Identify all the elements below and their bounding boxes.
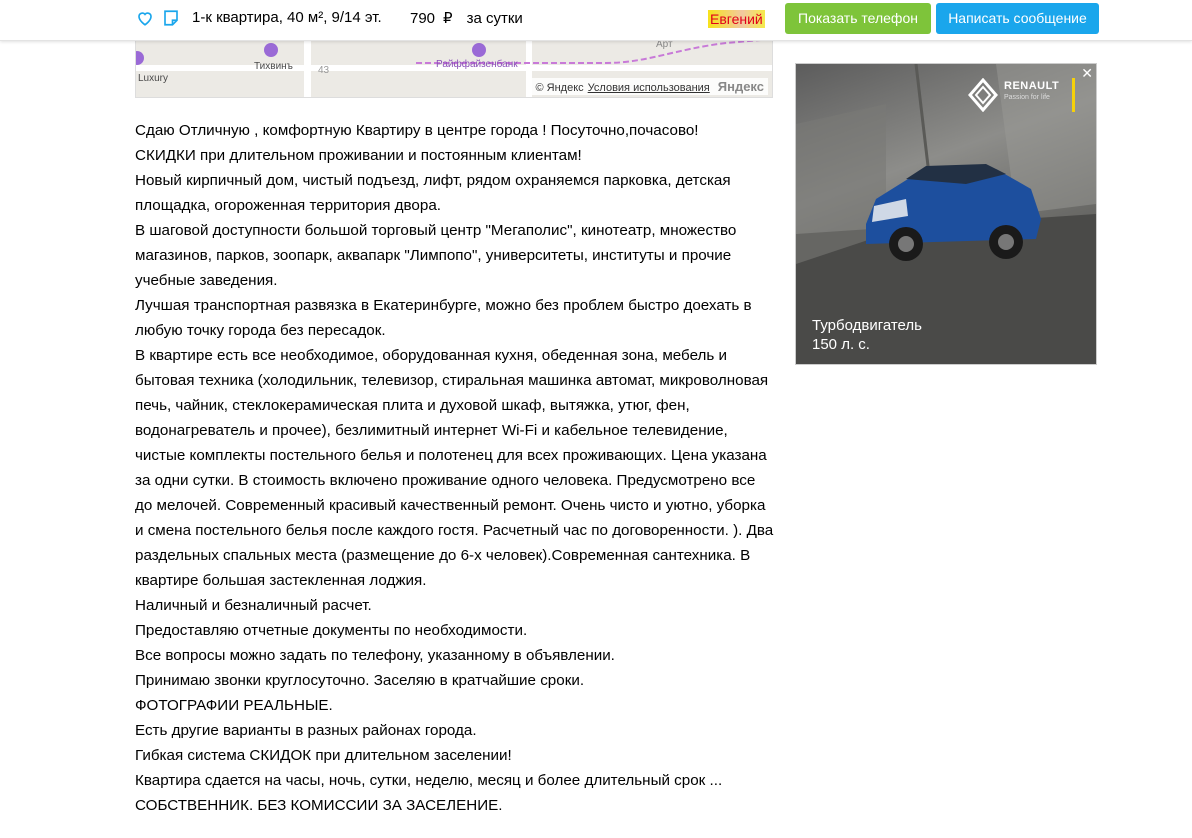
renault-diamond-icon	[968, 78, 998, 112]
description-paragraph: В шаговой доступности большой торговый ц…	[135, 222, 737, 289]
description-paragraph: СКИДКИ при длительном проживании и посто…	[135, 147, 582, 164]
listing-price: 790 ₽ за сутки	[410, 9, 523, 27]
map-attribution: © Яндекс Условия использования Яндекс	[531, 78, 768, 95]
seller-name[interactable]: Евгений	[708, 10, 765, 28]
ad-accent-bar	[1072, 78, 1075, 112]
map-poi-icon	[472, 43, 486, 57]
description-paragraph: Лучшая транспортная развязка в Екатеринб…	[135, 297, 752, 339]
ad-caption: Турбодвигатель 150 л. с.	[812, 316, 922, 354]
description-paragraph: Принимаю звонки круглосуточно. Заселяю в…	[135, 672, 585, 689]
note-icon[interactable]	[162, 9, 180, 27]
car-image	[866, 164, 1041, 261]
price-value: 790	[410, 10, 436, 27]
description-paragraph: Есть другие варианты в разных районах го…	[135, 722, 477, 739]
map-poi-icon	[136, 51, 144, 65]
map-copyright: © Яндекс	[535, 82, 584, 94]
listing-title: 1-к квартира, 40 м², 9/14 эт.	[192, 9, 382, 26]
price-currency: ₽	[443, 10, 453, 27]
description-paragraph: ФОТОГРАФИИ РЕАЛЬНЫЕ.	[135, 697, 333, 714]
map-label: Luxury	[138, 73, 169, 84]
description-paragraph: Новый кирпичный дом, чистый подъезд, лиф…	[135, 172, 731, 214]
map-label: 43	[318, 65, 330, 76]
renault-ad-banner[interactable]: RENAULT Passion for life ✕ Турбодвигател…	[795, 63, 1097, 365]
renault-logo: RENAULT Passion for life	[962, 78, 1075, 112]
heart-icon[interactable]	[136, 9, 154, 27]
map-poi-icon	[264, 43, 278, 57]
price-period: за сутки	[466, 10, 523, 27]
ad-close-icon[interactable]: ✕	[1081, 65, 1093, 82]
description-paragraph: Наличный и безналичный расчет.	[135, 597, 372, 614]
write-message-button[interactable]: Написать сообщение	[936, 3, 1099, 34]
description-paragraph: Все вопросы можно задать по телефону, ук…	[135, 647, 615, 664]
yandex-logo[interactable]: Яндекс	[718, 79, 764, 94]
description-paragraph: Сдаю Отличную , комфортную Квартиру в це…	[135, 122, 699, 139]
ad-caption-line: Турбодвигатель	[812, 317, 922, 334]
ad-brand: RENAULT	[1004, 80, 1060, 92]
description-paragraph: Предоставляю отчетные документы по необх…	[135, 622, 528, 639]
description-paragraph: СОБСТВЕННИК. БЕЗ КОМИССИИ ЗА ЗАСЕЛЕНИЕ.	[135, 797, 503, 814]
map-label: Тихвинъ	[254, 61, 293, 72]
description-paragraph: Квартира сдается на часы, ночь, сутки, н…	[135, 772, 723, 789]
map-terms-link[interactable]: Условия использования	[588, 82, 710, 94]
map-road	[304, 39, 311, 97]
map-label: Райффайзенбанк	[436, 59, 518, 70]
listing-description: Сдаю Отличную , комфортную Квартиру в це…	[135, 118, 775, 818]
sticky-header: 1-к квартира, 40 м², 9/14 эт. 790 ₽ за сут…	[0, 0, 1192, 41]
ad-slogan: Passion for life	[1004, 94, 1050, 101]
location-map[interactable]: Luxury Тихвинъ 43 Райффайзенбанк Арт © Я…	[135, 38, 773, 98]
show-phone-button[interactable]: Показать телефон	[785, 3, 931, 34]
ad-caption-line: 150 л. с.	[812, 336, 870, 353]
description-paragraph: Гибкая система СКИДОК при длительном зас…	[135, 747, 512, 764]
description-paragraph: В квартире есть все необходимое, оборудо…	[135, 347, 774, 589]
